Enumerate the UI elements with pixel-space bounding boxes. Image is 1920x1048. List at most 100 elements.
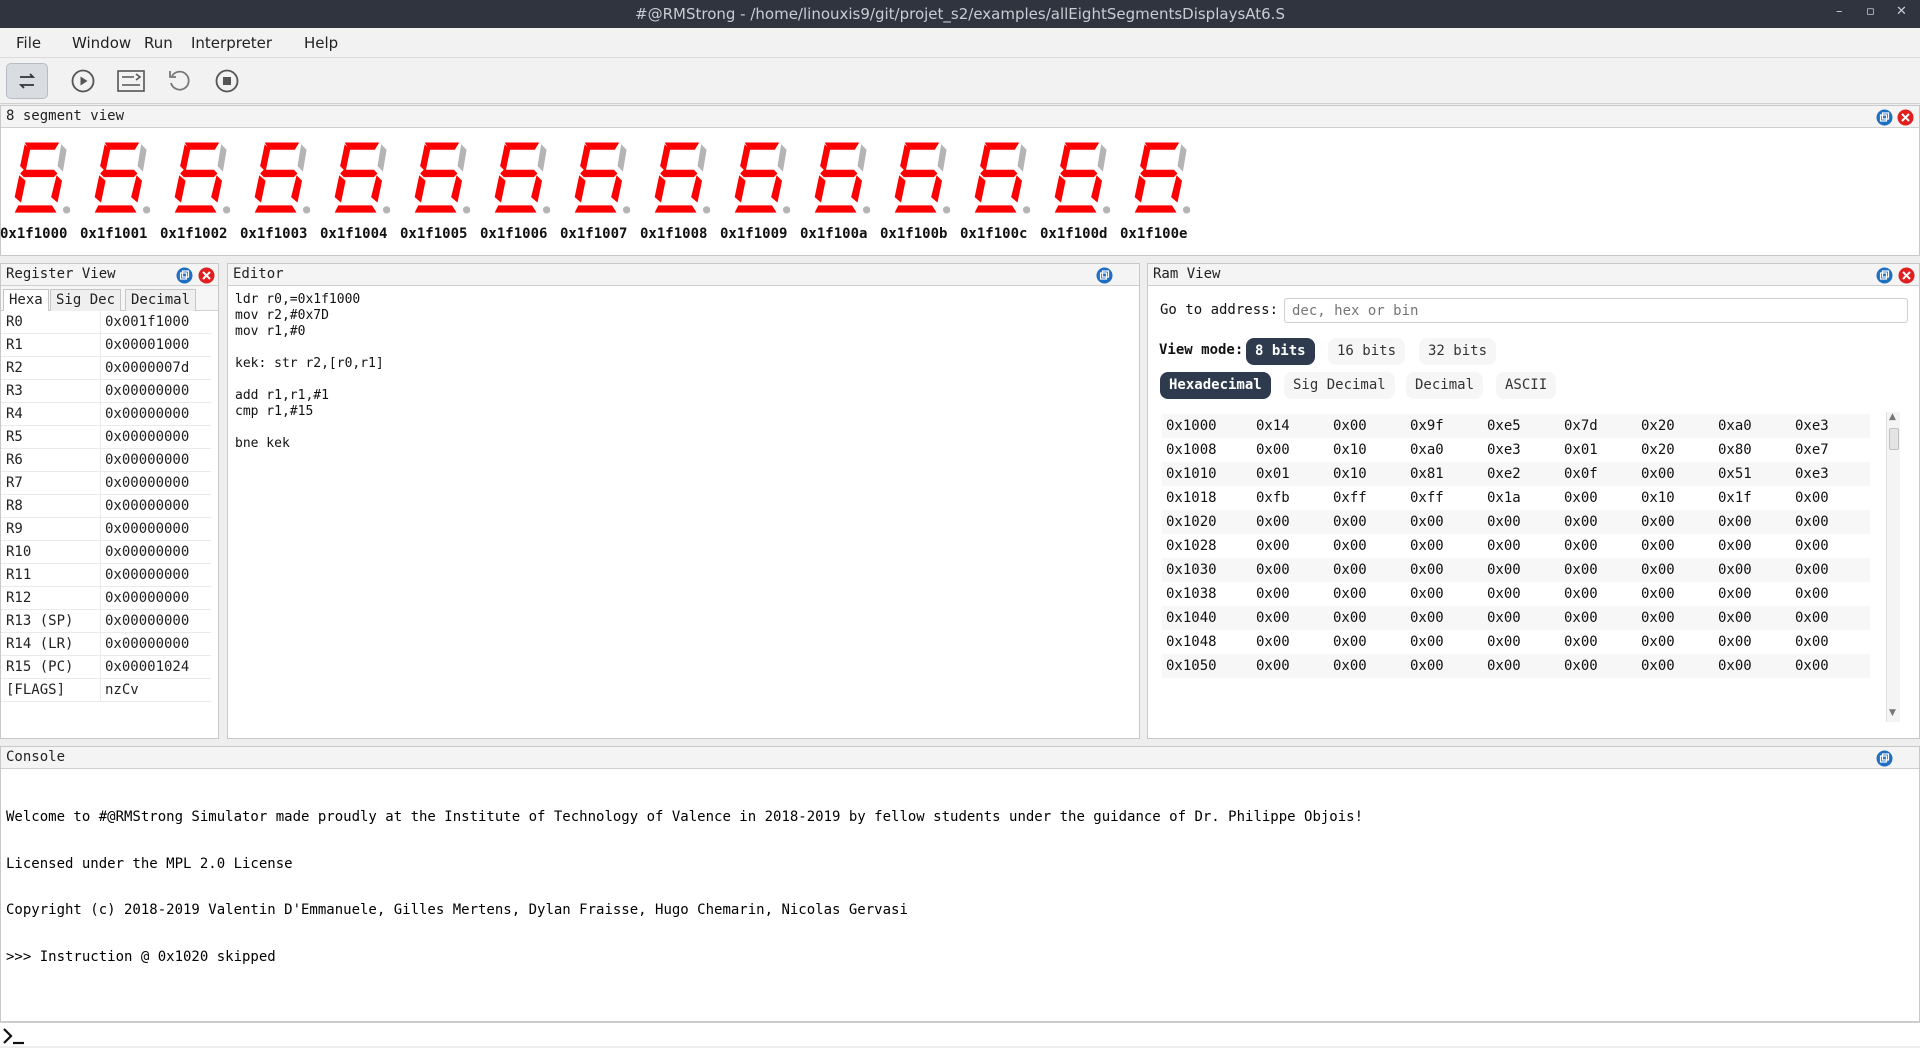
ram-row: 0x1010 0x01 0x10 0x81 0xe2 0x0f 0x00 0x51 0xe3 [1162, 462, 1870, 486]
ram-byte: 0x00 [1256, 658, 1290, 674]
ram-byte: 0xe7 [1795, 442, 1829, 458]
ram-byte: 0x01 [1564, 442, 1598, 458]
ram-byte: 0x00 [1564, 514, 1598, 530]
format-sig-decimal[interactable]: Sig Decimal [1284, 372, 1395, 399]
segment-view-header: 8 segment view [1, 106, 1919, 128]
ram-row: 0x1018 0xfb 0xff 0xff 0x1a 0x00 0x10 0x1f 0x00 [1162, 486, 1870, 510]
ram-byte: 0x00 [1410, 634, 1444, 650]
segment-address-label: 0x1f1005 [400, 226, 468, 242]
ram-view-header: Ram View [1148, 264, 1919, 286]
register-row: R14 (LR) 0x00000000 [1, 633, 211, 656]
menu-interpreter[interactable]: Interpreter [191, 34, 272, 52]
segment-address-label: 0x1f100e [1120, 226, 1188, 242]
reload-button[interactable] [158, 63, 200, 99]
ram-byte: 0xfb [1256, 490, 1290, 506]
console-header: Console [1, 747, 1919, 769]
tab-hexa[interactable]: Hexa [3, 289, 49, 311]
console-panel: Console Welcome to #@RMStrong Simulator … [0, 746, 1920, 1022]
seven-segment-digit [174, 142, 231, 214]
step-icon [117, 70, 145, 92]
stop-button[interactable] [206, 63, 248, 99]
ram-byte: 0x00 [1487, 610, 1521, 626]
close-window-icon[interactable]: ✕ [1896, 4, 1907, 19]
ram-row: 0x1040 0x00 0x00 0x00 0x00 0x00 0x00 0x00 0x00 [1162, 606, 1870, 630]
editor-header: Editor [228, 264, 1139, 286]
view-mode-8-bits[interactable]: 8 bits [1246, 338, 1315, 365]
ram-byte: 0x10 [1333, 466, 1367, 482]
step-button[interactable] [110, 63, 152, 99]
view-mode-16-bits[interactable]: 16 bits [1328, 338, 1406, 365]
menu-help[interactable]: Help [304, 34, 338, 52]
register-row: R1 0x00001000 [1, 334, 211, 357]
ram-byte: 0x00 [1487, 538, 1521, 554]
detach-icon[interactable] [176, 267, 193, 284]
ram-byte: 0x00 [1795, 562, 1829, 578]
close-panel-icon[interactable] [1898, 267, 1915, 284]
goto-address-input[interactable] [1284, 298, 1908, 323]
segment-address-label: 0x1f100b [880, 226, 948, 242]
register-value: 0x00001000 [105, 337, 190, 353]
detach-icon[interactable] [1096, 267, 1113, 284]
ram-byte: 0x00 [1718, 634, 1752, 650]
tab-decimal[interactable]: Decimal [125, 289, 197, 311]
ram-byte: 0xe3 [1795, 418, 1829, 434]
ram-byte: 0x0f [1564, 466, 1598, 482]
close-panel-icon[interactable] [198, 267, 215, 284]
switch-mode-button[interactable] [6, 63, 48, 99]
segment-address-label: 0x1f1003 [240, 226, 308, 242]
code-editor[interactable]: ldr r0,=0x1f1000 mov r2,#0x7D mov r1,#0 … [235, 292, 384, 452]
maximize-icon[interactable]: ▫ [1866, 4, 1875, 19]
segment-address-label: 0x1f100a [800, 226, 868, 242]
ram-scrollbar[interactable]: ▲ ▼ [1886, 412, 1900, 722]
ram-byte: 0x00 [1641, 658, 1675, 674]
register-name: R12 [6, 590, 32, 606]
seven-segment-digit [334, 142, 391, 214]
ram-row: 0x1030 0x00 0x00 0x00 0x00 0x00 0x00 0x00 0x00 [1162, 558, 1870, 582]
ram-byte: 0x00 [1256, 442, 1290, 458]
segment-address-label: 0x1f1008 [640, 226, 708, 242]
format-ascii[interactable]: ASCII [1496, 372, 1557, 399]
seven-segment-digit [734, 142, 791, 214]
prompt-icon [3, 1028, 24, 1045]
ram-byte: 0x00 [1256, 610, 1290, 626]
ram-byte: 0x10 [1333, 442, 1367, 458]
ram-byte: 0x00 [1333, 562, 1367, 578]
toolbar [0, 58, 1920, 104]
ram-byte: 0xe3 [1487, 442, 1521, 458]
seven-segment-digit [1054, 142, 1111, 214]
format-decimal[interactable]: Decimal [1406, 372, 1484, 399]
menu-file[interactable]: File [16, 34, 41, 52]
ram-byte: 0xa0 [1410, 442, 1444, 458]
console-input[interactable] [0, 1022, 1920, 1046]
ram-byte: 0x00 [1333, 658, 1367, 674]
close-panel-icon[interactable] [1897, 109, 1914, 126]
ram-byte: 0x00 [1564, 562, 1598, 578]
view-mode-32-bits[interactable]: 32 bits [1419, 338, 1497, 365]
detach-icon[interactable] [1876, 109, 1893, 126]
minimize-icon[interactable]: – [1836, 4, 1843, 19]
register-value: 0x00000000 [105, 452, 190, 468]
detach-icon[interactable] [1876, 267, 1893, 284]
ram-byte: 0x00 [1256, 514, 1290, 530]
scroll-down-icon[interactable]: ▼ [1889, 708, 1896, 718]
seven-segment-digit [574, 142, 631, 214]
register-row: R8 0x00000000 [1, 495, 211, 518]
tab-sig-dec[interactable]: Sig Dec [50, 289, 122, 311]
seven-segment-digit [894, 142, 951, 214]
ram-byte: 0x00 [1641, 562, 1675, 578]
ram-scrollbar-thumb[interactable] [1889, 428, 1899, 450]
detach-icon[interactable] [1876, 750, 1893, 767]
ram-row: 0x1038 0x00 0x00 0x00 0x00 0x00 0x00 0x00 0x00 [1162, 582, 1870, 606]
register-name: R9 [6, 521, 23, 537]
menu-run[interactable]: Run [144, 34, 173, 52]
menu-window[interactable]: Window [72, 34, 131, 52]
scroll-up-icon[interactable]: ▲ [1889, 412, 1896, 422]
register-value: nzCv [105, 682, 139, 698]
register-row: R4 0x00000000 [1, 403, 211, 426]
editor-panel: Editor ldr r0,=0x1f1000 mov r2,#0x7D mov… [227, 263, 1140, 739]
run-button[interactable] [62, 63, 104, 99]
format-hexadecimal[interactable]: Hexadecimal [1160, 372, 1271, 399]
register-name: R3 [6, 383, 23, 399]
ram-row: 0x1050 0x00 0x00 0x00 0x00 0x00 0x00 0x00 0x00 [1162, 654, 1870, 678]
ram-address: 0x1028 [1166, 538, 1217, 554]
